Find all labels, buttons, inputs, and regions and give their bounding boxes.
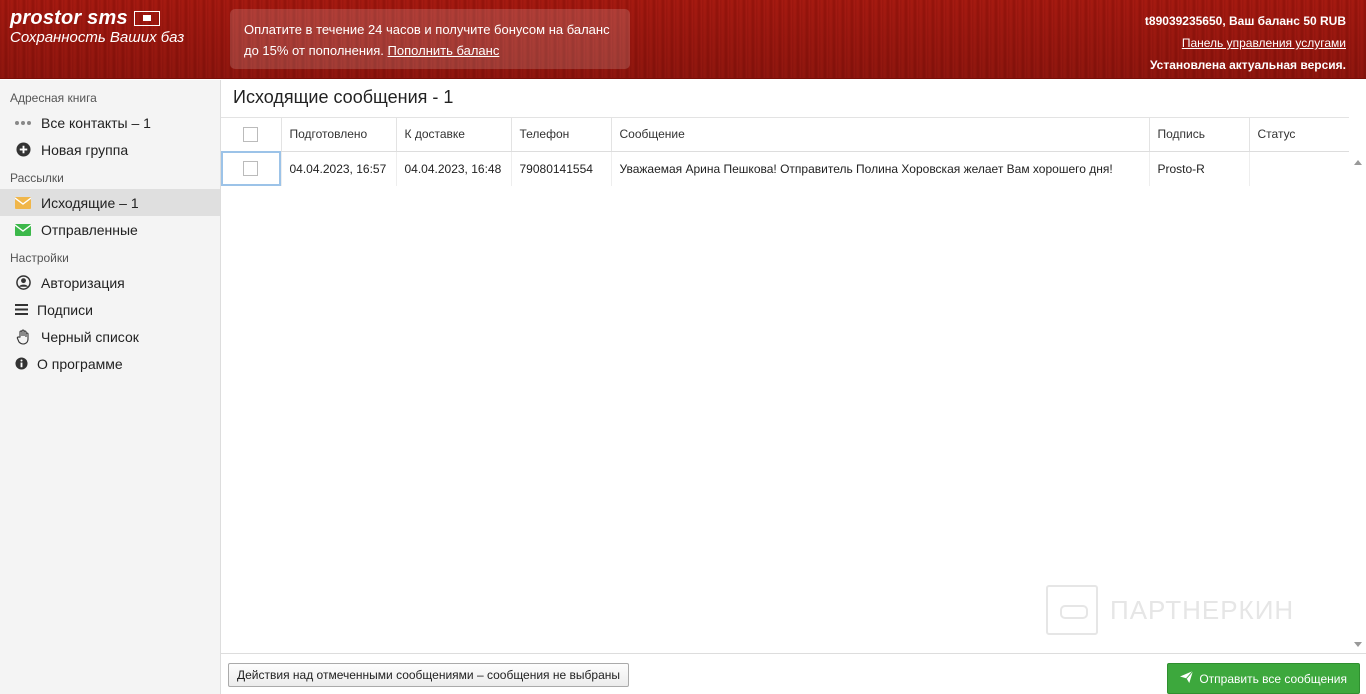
promo-banner: Оплатите в течение 24 часов и получите б… [230, 9, 630, 69]
vertical-scrollbar[interactable] [1349, 117, 1366, 653]
hand-icon [14, 328, 32, 345]
cell-delivery: 04.04.2023, 16:48 [396, 151, 512, 186]
footer-bar: Действия над отмеченными сообщениями – с… [221, 653, 1366, 694]
account-info: t89039235650, Ваш баланс 50 RUB [1144, 14, 1346, 28]
column-phone[interactable]: Телефон [511, 118, 612, 152]
sidebar-item-new-group[interactable]: Новая группа [0, 136, 220, 163]
app-header: prostor sms Сохранность Ваших баз Оплати… [0, 0, 1366, 79]
messages-table-container: Подготовлено К доставке Телефон Сообщени… [221, 117, 1349, 653]
sidebar-item-about[interactable]: О программе [0, 350, 220, 377]
table-header-row: Подготовлено К доставке Телефон Сообщени… [221, 118, 1349, 152]
sidebar-item-label: Черный список [41, 328, 139, 345]
row-checkbox[interactable] [243, 161, 259, 177]
watermark-logo-icon [1046, 585, 1098, 635]
sidebar-item-label: Подписи [37, 301, 93, 318]
column-status[interactable]: Статус [1249, 118, 1349, 152]
sidebar-item-signatures[interactable]: Подписи [0, 296, 220, 323]
page-title: Исходящие сообщения - 1 [233, 87, 454, 107]
sidebar: Адресная книга Все контакты – 1 Новая гр… [0, 80, 221, 694]
cell-prepared: 04.04.2023, 16:57 [281, 151, 397, 186]
services-panel-link[interactable]: Панель управления услугами [1182, 36, 1346, 50]
send-all-button[interactable]: Отправить все сообщения [1167, 663, 1360, 694]
send-all-label: Отправить все сообщения [1199, 671, 1347, 686]
sidebar-item-label: Отправленные [41, 221, 138, 238]
user-circle-icon [14, 275, 32, 290]
sidebar-item-label: Новая группа [41, 141, 129, 158]
scroll-up-arrow-icon[interactable] [1354, 160, 1362, 165]
sidebar-item-all-contacts[interactable]: Все контакты – 1 [0, 109, 220, 136]
logo: prostor sms Сохранность Ваших баз [10, 8, 184, 47]
row-select-cell [221, 151, 282, 186]
cell-signature: Prosto-R [1149, 151, 1250, 186]
paper-plane-icon [1180, 670, 1194, 686]
list-icon [14, 303, 28, 317]
logo-subtitle: Сохранность Ваших баз [10, 29, 185, 46]
account-panel: t89039235650, Ваш баланс 50 RUB Панель у… [1145, 10, 1346, 76]
column-message[interactable]: Сообщение [611, 118, 1150, 152]
watermark-text: ПАРТНЕРКИН [1110, 594, 1295, 625]
envelope-icon [14, 223, 32, 237]
sidebar-item-blacklist[interactable]: Черный список [0, 323, 220, 350]
cell-status [1249, 151, 1349, 186]
info-icon [14, 357, 28, 371]
sidebar-item-label: Авторизация [41, 274, 125, 291]
dots-icon [14, 116, 32, 130]
cell-message: Уважаемая Арина Пешкова! Отправитель Пол… [611, 151, 1150, 186]
section-settings: Настройки [10, 251, 69, 265]
selected-actions-button[interactable]: Действия над отмеченными сообщениями – с… [228, 663, 629, 687]
version-status: Установлена актуальная версия. [1149, 58, 1346, 72]
messages-table: Подготовлено К доставке Телефон Сообщени… [221, 118, 1349, 186]
sidebar-item-authorization[interactable]: Авторизация [0, 269, 220, 296]
column-signature[interactable]: Подпись [1149, 118, 1250, 152]
envelope-icon [14, 196, 32, 210]
sidebar-item-outgoing[interactable]: Исходящие – 1 [0, 189, 220, 216]
select-all-cell [221, 118, 282, 152]
top-up-balance-link[interactable]: Пополнить баланс [388, 43, 500, 58]
sidebar-item-sent[interactable]: Отправленные [0, 216, 220, 243]
sidebar-item-label: О программе [37, 355, 123, 372]
lock-icon [133, 10, 160, 26]
column-delivery[interactable]: К доставке [396, 118, 512, 152]
column-prepared[interactable]: Подготовлено [281, 118, 397, 152]
sidebar-item-label: Все контакты – 1 [41, 114, 151, 131]
plus-circle-icon [14, 142, 32, 157]
select-all-checkbox[interactable] [243, 126, 259, 142]
section-mailings: Рассылки [10, 171, 64, 185]
cell-phone: 79080141554 [511, 151, 612, 186]
watermark: ПАРТНЕРКИН [1046, 585, 1294, 635]
scroll-down-arrow-icon[interactable] [1354, 642, 1362, 647]
logo-title: prostor sms [10, 7, 128, 29]
sidebar-item-label: Исходящие – 1 [41, 194, 139, 211]
section-address-book: Адресная книга [10, 91, 97, 105]
table-row[interactable]: 04.04.2023, 16:57 04.04.2023, 16:48 7908… [221, 151, 1349, 186]
main-content: Исходящие сообщения - 1 Подготовлено К д… [221, 80, 1366, 694]
